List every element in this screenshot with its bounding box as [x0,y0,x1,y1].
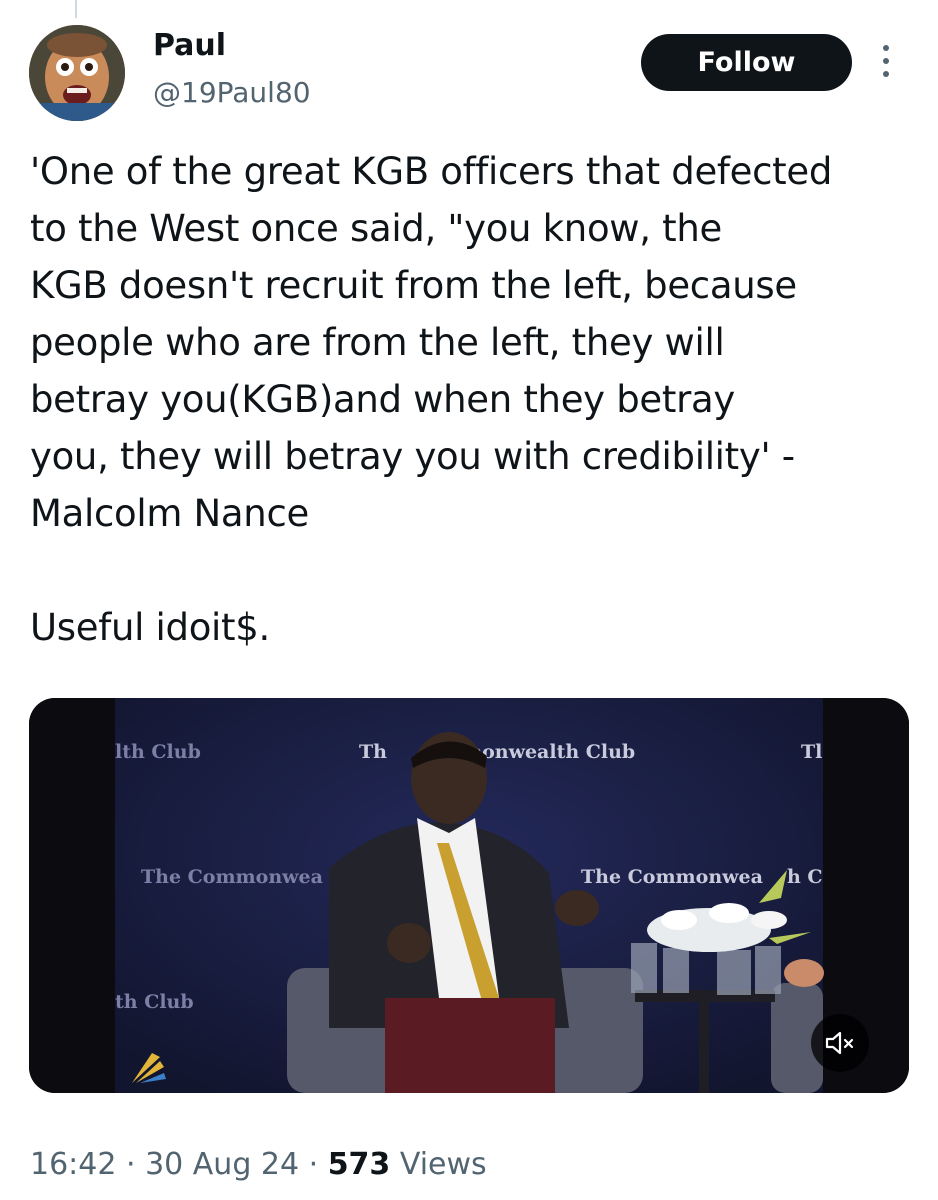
thread-connector-line [75,0,77,18]
speaker-muted-icon [825,1031,854,1055]
meta-separator: · [116,1147,146,1182]
backdrop-text-2: Th [359,741,387,763]
backdrop-text-1: lth Club [115,741,201,763]
video-player[interactable]: lth Club Th monwealth Club Tl The Common… [29,698,909,1093]
more-options-icon[interactable] [877,45,895,81]
backdrop-text-7: h C [787,866,823,888]
backdrop-text-3: monwealth Club [462,741,635,763]
mute-button[interactable] [811,1014,869,1072]
author-name[interactable]: Paul [153,28,226,64]
views-count[interactable]: 573 [328,1147,391,1182]
avatar[interactable] [29,25,125,121]
video-frame: lth Club Th monwealth Club Tl The Common… [29,698,909,1093]
tweet-text: 'One of the great KGB officers that defe… [30,150,833,649]
backdrop-text-8: th Club [115,991,194,1013]
meta-separator: · [299,1147,328,1182]
avatar-face-image [29,25,125,121]
tweet-date[interactable]: 30 Aug 24 [145,1147,299,1182]
backdrop-text-6: The Commonwea [581,866,763,888]
tweet-time[interactable]: 16:42 [30,1147,116,1182]
views-label: Views [390,1147,487,1182]
author-handle[interactable]: @19Paul80 [153,76,311,110]
backdrop-text-4: Tl [801,741,822,763]
follow-button[interactable]: Follow [641,34,852,91]
tweet-metadata: 16:42 · 30 Aug 24 · 573 Views [30,1146,487,1184]
backdrop-text-5: The Commonwea [141,866,323,888]
